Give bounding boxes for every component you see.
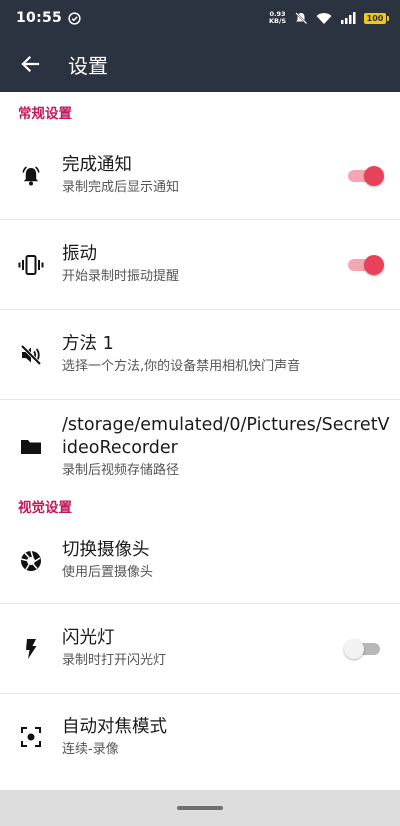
setting-title: 闪光灯 [62,628,115,648]
status-time: 10:55 [16,10,63,26]
wifi-icon [316,12,332,24]
setting-autofocus-mode[interactable]: 自动对焦模式 连续-录像 [0,694,400,780]
status-indicators: 0.93 KB/S 100 [269,11,389,25]
net-speed-unit: KB/S [268,17,286,25]
check-circle-icon [68,11,81,25]
setting-title: 完成通知 [62,155,132,175]
row-icon [0,549,62,573]
row-icon [0,637,62,661]
toggle-thumb [344,638,364,659]
vibrate-icon [18,254,44,275]
setting-title: 振动 [62,244,97,264]
toggle-thumb [364,165,384,186]
setting-flash[interactable]: 闪光灯 录制时打开闪光灯 [0,604,400,694]
row-text: 自动对焦模式 连续-录像 [62,716,400,759]
volume-off-icon [20,344,42,365]
setting-title: 切换摄像头 [62,540,150,560]
vibration-toggle[interactable] [346,254,384,275]
back-button[interactable] [4,36,56,92]
setting-subtitle: 录制时打开闪光灯 [62,653,167,668]
status-bar: 10:55 0.93 KB/S 100 [0,0,400,36]
completion-notice-toggle[interactable] [346,165,384,186]
back-arrow-icon [21,55,40,73]
setting-vibration[interactable]: 振动 开始录制时振动提醒 [0,220,400,310]
setting-subtitle: 录制后视频存储路径 [62,463,180,478]
setting-title: 方法 1 [62,334,114,354]
net-speed: 0.93 KB/S [269,11,286,25]
setting-completion-notice[interactable]: 完成通知 录制完成后显示通知 [0,132,400,220]
signal-icon [341,12,356,24]
setting-subtitle: 录制完成后显示通知 [62,180,180,195]
setting-subtitle: 连续-录像 [62,741,119,757]
focus-icon [21,727,41,747]
row-icon [0,725,62,749]
flash-toggle[interactable] [344,638,382,659]
row-text: 方法 1 选择一个方法,你的设备禁用相机快门声音 [62,333,400,376]
setting-subtitle: 选择一个方法,你的设备禁用相机快门声音 [62,359,301,374]
aperture-icon [21,550,41,571]
row-text: 切换摄像头 使用后置摄像头 [62,539,400,582]
toggle-thumb [364,254,384,275]
system-nav-bar [0,790,400,826]
app-bar: 设置 [0,36,400,92]
page-title: 设置 [68,53,108,78]
row-text: /storage/emulated/0/Pictures/SecretVideo… [62,414,400,480]
setting-subtitle: 开始录制时振动提醒 [62,269,180,284]
setting-storage-path[interactable]: /storage/emulated/0/Pictures/SecretVideo… [0,400,400,494]
battery-icon: 100 [364,12,389,24]
settings-list: 常规设置 完成通知 录制完成后显示通知 振动 开始录制时振动提醒 方法 1 选择… [0,92,400,780]
setting-title: 自动对焦模式 [62,716,167,737]
row-text: 振动 开始录制时振动提醒 [62,243,346,286]
mute-icon [295,12,308,25]
setting-subtitle: 使用后置摄像头 [62,565,154,580]
setting-title: /storage/emulated/0/Pictures/SecretVideo… [62,415,390,458]
folder-icon [21,440,41,454]
bell-icon [22,165,40,185]
section-header-visual: 视觉设置 [18,500,72,516]
home-gesture-handle[interactable] [177,806,223,810]
row-text: 闪光灯 录制时打开闪光灯 [62,627,346,670]
section-header-general: 常规设置 [18,106,72,122]
row-icon [0,253,62,277]
row-icon [0,343,62,367]
row-icon [0,164,62,188]
row-icon [0,436,62,458]
row-text: 完成通知 录制完成后显示通知 [62,154,346,197]
setting-shutter-method[interactable]: 方法 1 选择一个方法,你的设备禁用相机快门声音 [0,310,400,400]
setting-switch-camera[interactable]: 切换摄像头 使用后置摄像头 [0,518,400,604]
flash-icon [26,638,37,659]
